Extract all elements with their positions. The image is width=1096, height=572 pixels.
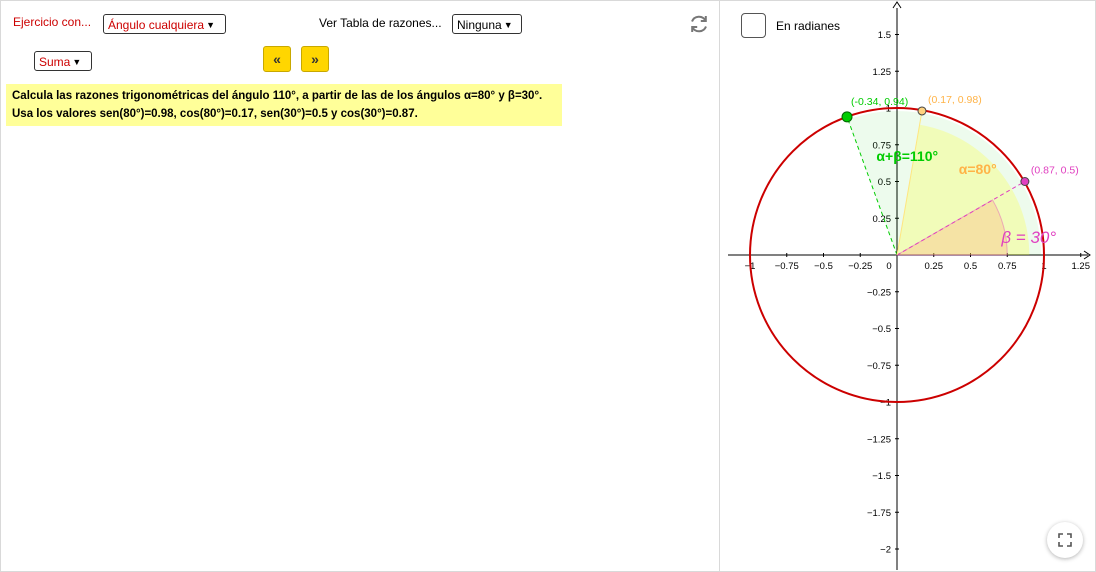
refresh-icon[interactable] — [688, 13, 710, 35]
y-axis-arrow — [892, 1, 902, 9]
fullscreen-icon — [1058, 533, 1072, 547]
y-tick-label: −1 — [880, 398, 891, 409]
chevron-down-icon: ▼ — [503, 20, 513, 30]
x-tick-label: −0.75 — [775, 261, 799, 272]
chevron-down-icon: ▼ — [72, 57, 82, 67]
x-tick-label: −0.25 — [848, 261, 872, 272]
beta-point-label: (0.87, 0.5) — [1031, 165, 1079, 177]
x-tick-label: 0.25 — [925, 261, 944, 272]
y-tick-label: −1.5 — [872, 471, 891, 482]
exercise-statement: Calcula las razones trigonométricas del … — [6, 84, 562, 126]
exercise-dropdown-value: Ángulo cualquiera — [108, 18, 205, 32]
table-label: Ver Tabla de razones... — [319, 16, 442, 30]
beta-angle-label: β = 30° — [1000, 228, 1056, 247]
chevron-down-icon: ▼ — [206, 20, 215, 30]
y-tick-label: −0.75 — [867, 361, 891, 372]
operation-dropdown-value: Suma — [39, 55, 71, 69]
algebra-panel: Ejercicio con... Ángulo cualquiera ▼ Ver … — [1, 1, 719, 571]
y-tick-label: 1.5 — [878, 30, 891, 41]
exercise-dropdown[interactable]: Ángulo cualquiera ▼ — [103, 14, 226, 34]
y-tick-label: 1.25 — [873, 67, 892, 78]
alpha-angle-label: α=80° — [959, 161, 997, 177]
y-tick-label: −0.5 — [872, 324, 891, 335]
statement-line-2: Usa los valores sen(80°)=0.98, cos(80°)=… — [12, 108, 418, 120]
y-tick-label: −1.25 — [867, 434, 891, 445]
sum-point[interactable] — [841, 111, 853, 123]
exercise-label: Ejercicio con... — [13, 15, 92, 29]
y-tick-label: −1.75 — [867, 508, 891, 519]
x-tick-label: 0 — [886, 261, 891, 272]
alpha-point-label: (0.17, 0.98) — [928, 94, 982, 106]
radians-label: En radianes — [776, 19, 841, 33]
y-tick-label: −2 — [880, 545, 891, 556]
x-tick-label: 0.5 — [964, 261, 977, 272]
operation-dropdown[interactable]: Suma ▼ — [34, 51, 92, 71]
table-dropdown-value: Ninguna — [457, 18, 502, 32]
sum-point-label: (-0.34, 0.94) — [851, 96, 908, 108]
beta-point[interactable] — [1020, 177, 1030, 186]
graphics-view[interactable]: −1 −0.75 −0.5 −0.25 0 0.25 0.5 0.75 1 1.251.51.25… — [720, 0, 1096, 572]
x-tick-label: −0.5 — [814, 261, 833, 272]
alpha-point[interactable] — [917, 106, 927, 116]
sum-angle-label: α+β=110° — [876, 148, 938, 164]
previous-button[interactable]: « — [263, 46, 291, 72]
y-tick-label: −0.25 — [867, 287, 891, 298]
fullscreen-button[interactable] — [1047, 522, 1083, 558]
x-tick-label: 0.75 — [998, 261, 1017, 272]
radians-checkbox[interactable] — [741, 13, 766, 38]
table-dropdown[interactable]: Ninguna ▼ — [452, 14, 522, 34]
next-button[interactable]: » — [301, 46, 329, 72]
x-tick-label: 1.25 — [1072, 261, 1091, 272]
statement-line-1: Calcula las razones trigonométricas del … — [12, 90, 543, 102]
